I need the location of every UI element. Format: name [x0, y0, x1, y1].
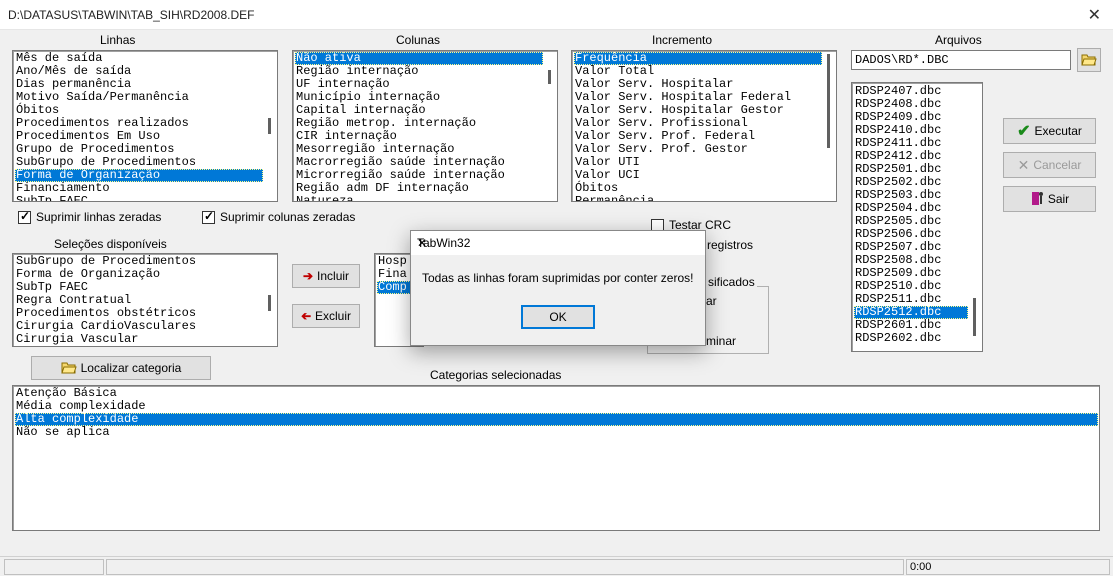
categoria-item[interactable]: Atenção Básica [15, 387, 1098, 400]
selecoes-list[interactable]: SubGrupo de Procedimentos Forma de Organi… [12, 253, 278, 347]
arquivos-filter-input[interactable]: DADOS\RD*.DBC [851, 50, 1071, 70]
arrow-left-icon: ➔ [300, 309, 312, 323]
suprimir-colunas-label: Suprimir colunas zeradas [220, 210, 356, 224]
categoria-item[interactable]: Média complexidade [15, 400, 1098, 413]
incremento-list[interactable]: Frequência Valor Total Valor Serv. Hospita… [571, 50, 837, 202]
arquivos-list[interactable]: RDSP2407.dbc RDSP2408.dbc RDSP2409.dbc RDSP… [851, 82, 983, 352]
arrow-right-icon: ➔ [302, 269, 314, 283]
executar-button[interactable]: ✔ Executar [1003, 118, 1096, 144]
colunas-label: Colunas [396, 33, 441, 47]
classificados-title: sificados [706, 275, 757, 289]
arquivos-scrollbar[interactable] [969, 84, 981, 350]
checkmark-icon: ✔ [1017, 123, 1031, 140]
selecoes-label: Seleções disponíveis [54, 237, 167, 251]
linhas-item[interactable]: SubTp FAEC [15, 195, 263, 202]
status-bar: 0:00 [0, 556, 1113, 576]
suprimir-linhas-checkbox[interactable]: ✓ Suprimir linhas zeradas [18, 209, 162, 224]
colunas-list[interactable]: Não ativa Região internação UF internação M… [292, 50, 558, 202]
window-title: D:\DATASUS\TABWIN\TAB_SIH\RD2008.DEF [8, 8, 255, 22]
sair-button[interactable]: Sair [1003, 186, 1096, 212]
excluir-button[interactable]: ➔ Excluir [292, 304, 360, 328]
title-bar: D:\DATASUS\TABWIN\TAB_SIH\RD2008.DEF ✕ [0, 0, 1113, 30]
linhas-scrollbar[interactable] [264, 52, 276, 200]
cancelar-label: Cancelar [1033, 158, 1082, 172]
cancel-x-icon: ✕ [1017, 156, 1030, 173]
incluir-label: Incluir [317, 269, 350, 283]
selecoes-scrollbar[interactable] [264, 255, 276, 345]
classificados-option2[interactable]: minar [706, 334, 736, 348]
classificados-option1[interactable]: ar [706, 294, 717, 308]
excluir-label: Excluir [315, 309, 352, 323]
arquivo-item[interactable]: RDSP2602.dbc [854, 332, 968, 345]
dialog-close-icon[interactable]: ✕ [417, 236, 695, 250]
localizar-label: Localizar categoria [80, 361, 182, 375]
folder-search-icon [60, 360, 77, 377]
ok-button[interactable]: OK [521, 305, 595, 329]
dialog-message: Todas as linhas foram suprimidas por con… [422, 271, 694, 285]
linhas-list[interactable]: Mês de saída Ano/Mês de saída Dias permanê… [12, 50, 278, 202]
suprimir-colunas-checkbox[interactable]: ✓ Suprimir colunas zeradas [202, 209, 356, 224]
message-dialog: TabWin32 ✕ Todas as linhas foram suprimi… [410, 230, 706, 346]
categorias-list[interactable]: Atenção Básica Média complexidade Alta com… [12, 385, 1100, 531]
incremento-item[interactable]: Permanência [574, 195, 822, 202]
suprimir-linhas-label: Suprimir linhas zeradas [36, 210, 162, 224]
categoria-item[interactable]: Não se aplica [15, 426, 1098, 439]
open-folder-icon [1081, 52, 1097, 69]
incremento-label: Incremento [652, 33, 713, 47]
registros-label: registros [707, 238, 754, 252]
executar-label: Executar [1034, 124, 1082, 138]
localizar-categoria-button[interactable]: Localizar categoria [31, 356, 211, 380]
incremento-scrollbar[interactable] [823, 52, 835, 200]
status-time: 0:00 [906, 559, 1110, 575]
selecao-item[interactable]: Cirurgia Vascular [15, 333, 263, 346]
incluir-button[interactable]: ➔ Incluir [292, 264, 360, 288]
dialog-title-bar: TabWin32 ✕ [411, 231, 705, 255]
cancelar-button[interactable]: ✕ Cancelar [1003, 152, 1096, 178]
exit-door-icon [1030, 190, 1044, 209]
categorias-label: Categorias selecionadas [430, 368, 562, 382]
arquivos-label: Arquivos [935, 33, 982, 47]
linhas-label: Linhas [100, 33, 136, 47]
colunas-scrollbar[interactable] [544, 52, 556, 200]
sair-label: Sair [1047, 192, 1070, 206]
browse-folder-button[interactable] [1077, 48, 1101, 72]
categoria-item[interactable]: Alta complexidade [15, 413, 1098, 426]
colunas-item[interactable]: Natureza [295, 195, 543, 202]
close-icon[interactable]: ✕ [1088, 5, 1101, 25]
